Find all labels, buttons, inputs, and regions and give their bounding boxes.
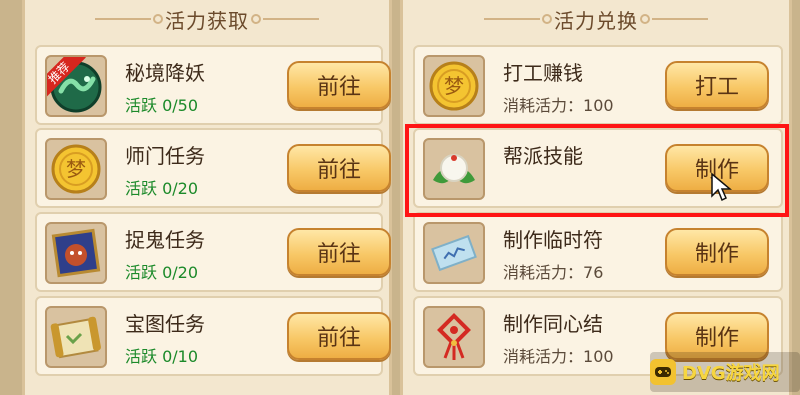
list-item-mijing-xiangyao: 推荐 秘境降妖 活跃 0/50 前往: [35, 45, 391, 125]
task-name: 捉鬼任务: [125, 228, 205, 252]
activity-progress: 活跃 0/20: [125, 263, 199, 282]
task-name: 师门任务: [125, 144, 205, 168]
talisman-icon: [423, 222, 485, 284]
gold-coin-icon: 梦: [423, 55, 485, 117]
go-button[interactable]: 前往: [287, 228, 391, 276]
panel-header: 活力兑换: [403, 0, 789, 38]
highlight-box: [405, 124, 789, 217]
gamepad-icon: [650, 359, 676, 385]
ghost-scroll-icon: [45, 222, 107, 284]
header-ornament: [251, 14, 319, 24]
panel-header: 活力获取: [25, 0, 389, 38]
go-button[interactable]: 前往: [287, 144, 391, 192]
header-ornament: [484, 14, 552, 24]
go-button[interactable]: 前往: [287, 61, 391, 109]
list-item-zhizuo-linshifu: 制作临时符 消耗活力：76 制作: [413, 212, 783, 292]
header-ornament: [95, 14, 163, 24]
watermark-text: DVG游戏网: [682, 363, 780, 384]
panel-title: 活力兑换: [554, 8, 638, 33]
mouse-cursor-icon: [711, 172, 732, 202]
exchange-name: 制作临时符: [503, 228, 603, 252]
header-ornament: [640, 14, 708, 24]
treasure-map-icon: [45, 306, 107, 368]
svg-text:梦: 梦: [66, 157, 86, 181]
task-name: 宝图任务: [125, 312, 205, 336]
list-item-baotu-renwu: 宝图任务 活跃 0/10 前往: [35, 296, 391, 376]
activity-progress: 活跃 0/10: [125, 347, 199, 366]
gold-coin-icon: 梦: [45, 138, 107, 200]
energy-cost: 消耗活力：100: [503, 96, 614, 115]
work-button[interactable]: 打工: [665, 61, 769, 109]
activity-gain-panel: 活力获取 推荐 秘境降妖 活跃 0/50 前往 梦 师门任务 活跃 0/20 前…: [22, 0, 392, 395]
exchange-name: 打工赚钱: [503, 61, 583, 85]
chinese-knot-icon: [423, 306, 485, 368]
exchange-name: 制作同心结: [503, 312, 603, 336]
list-item-dagong-zhuanqian: 梦 打工赚钱 消耗活力：100 打工: [413, 45, 783, 125]
activity-progress: 活跃 0/20: [125, 179, 199, 198]
go-button[interactable]: 前往: [287, 312, 391, 360]
svg-text:梦: 梦: [444, 74, 464, 98]
dragon-orb-icon: 推荐: [45, 55, 107, 117]
task-name: 秘境降妖: [125, 61, 205, 85]
watermark: DVG游戏网: [650, 352, 800, 392]
energy-cost: 消耗活力：76: [503, 263, 604, 282]
activity-progress: 活跃 0/50: [125, 96, 199, 115]
energy-cost: 消耗活力：100: [503, 347, 614, 366]
panel-title: 活力获取: [165, 8, 249, 33]
make-button[interactable]: 制作: [665, 228, 769, 276]
list-item-zhuogui-renwu: 捉鬼任务 活跃 0/20 前往: [35, 212, 391, 292]
list-item-shimen-renwu: 梦 师门任务 活跃 0/20 前往: [35, 128, 391, 208]
